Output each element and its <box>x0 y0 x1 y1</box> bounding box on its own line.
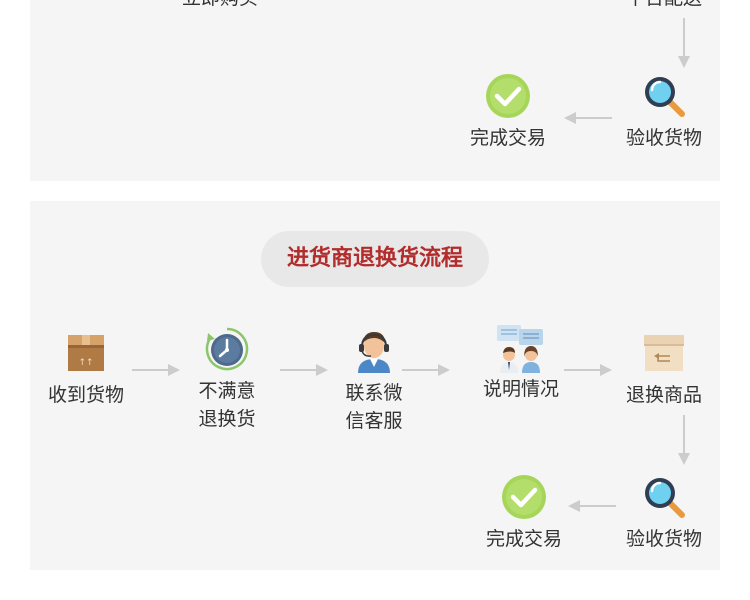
step-contact-service: 联系微信客服 <box>314 329 434 435</box>
arrow-right-icon <box>402 364 450 376</box>
step-complete-trade: 完成交易 <box>448 74 568 152</box>
customer-service-agent-icon <box>358 332 390 373</box>
arrow-down-icon <box>678 415 690 465</box>
svg-text:↑↑: ↑↑ <box>78 358 93 368</box>
step-explain-situation: 说明情况 <box>461 323 581 403</box>
step-inspect-goods-label: 验收货物 <box>625 528 702 550</box>
step-contact-service-text: 联系微信客服 <box>345 382 403 432</box>
package-box-icon: ↑↑ <box>68 335 104 371</box>
step-return-exchange-label: 退换商品 <box>625 384 702 406</box>
return-flow-title: 进货商退换货流程 <box>286 246 463 271</box>
return-box-icon <box>644 335 684 371</box>
return-flow-title-pill: 进货商退换货流程 <box>261 231 489 287</box>
step-explain-situation-label: 说明情况 <box>482 378 559 400</box>
purchase-flow-panel: 立即购买 平台配送 完成交易 验收货物 <box>30 0 720 181</box>
step-unsatisfied-label: 不满意退换货 <box>167 377 287 433</box>
refresh-clock-icon <box>205 327 249 371</box>
magnifier-icon <box>645 77 685 117</box>
check-circle-icon <box>486 74 530 118</box>
step-unsatisfied: 不满意退换货 <box>167 327 287 433</box>
step-contact-service-label: 联系微信客服 <box>314 379 434 435</box>
step-complete-trade: 完成交易 <box>464 475 584 553</box>
arrow-down-icon <box>678 18 690 68</box>
step-unsatisfied-text: 不满意退换货 <box>198 380 256 430</box>
step-return-exchange: 退换商品 <box>604 331 724 409</box>
chat-conversation-icon <box>497 325 543 373</box>
step-inspect-goods: 验收货物 <box>604 74 724 152</box>
return-flow-panel: 进货商退换货流程 ↑↑ 收到货物 不满意退换货 联系微信客服 说明情况 退换商品… <box>30 201 720 570</box>
step-receive-goods-label: 收到货物 <box>47 384 124 406</box>
step-buy-now-label: 立即购买 <box>160 0 280 12</box>
step-inspect-goods-label: 验收货物 <box>625 127 702 149</box>
step-complete-trade-label: 完成交易 <box>469 127 546 149</box>
step-receive-goods: ↑↑ 收到货物 <box>26 331 146 409</box>
step-platform-delivery-label: 平台配送 <box>604 0 724 12</box>
check-circle-icon <box>502 475 546 519</box>
step-inspect-goods: 验收货物 <box>604 475 724 553</box>
magnifier-icon <box>645 478 685 518</box>
step-complete-trade-label: 完成交易 <box>485 528 562 550</box>
